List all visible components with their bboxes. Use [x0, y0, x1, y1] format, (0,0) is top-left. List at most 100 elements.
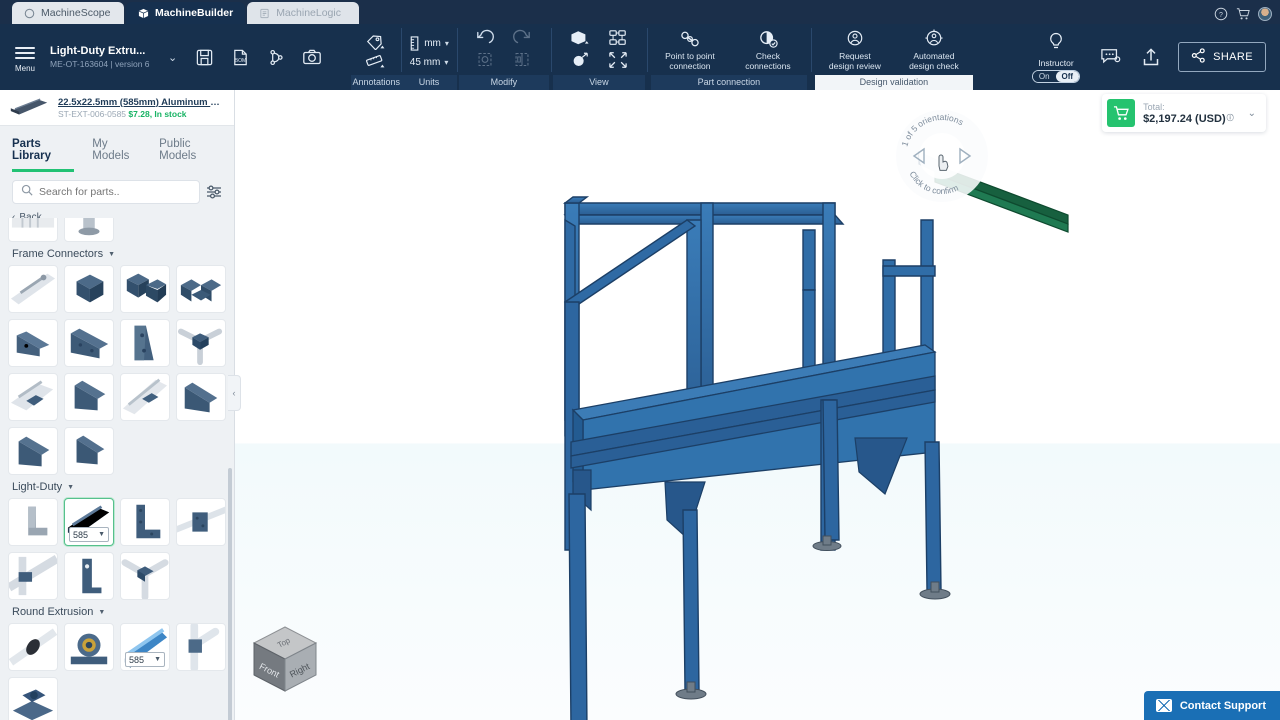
exploded-view-icon[interactable] — [599, 27, 637, 49]
bom-icon[interactable]: BOM — [227, 44, 253, 70]
list-item[interactable] — [176, 623, 226, 671]
length-select[interactable]: 585 ▼ — [125, 652, 165, 667]
document-icon — [259, 8, 270, 19]
search-input[interactable] — [39, 186, 191, 198]
instructor-toggle-on[interactable]: On — [1032, 70, 1056, 82]
list-item[interactable] — [64, 319, 114, 367]
instructor-toggle-off[interactable]: Off — [1055, 70, 1080, 82]
cart-text: Total: $2,197.24 (USD) ⓘ — [1143, 101, 1234, 125]
list-item[interactable]: 585 ▼ — [120, 623, 170, 671]
display-mode-icon[interactable] — [561, 27, 599, 49]
list-item[interactable] — [64, 552, 114, 600]
list-item-selected[interactable]: 585 ▼ — [64, 498, 114, 546]
avatar[interactable] — [1258, 7, 1272, 21]
share-button[interactable]: SHARE — [1178, 42, 1266, 72]
unit-ruler-icon[interactable]: mm ▾ — [409, 35, 449, 51]
list-item[interactable] — [120, 373, 170, 421]
list-item[interactable] — [8, 552, 58, 600]
list-item[interactable] — [8, 218, 58, 242]
orientation-gizmo[interactable]: 1 of 5 orientations Click to confirm — [892, 106, 992, 206]
chevron-down-icon: ▾ — [444, 38, 449, 48]
document-dropdown-icon[interactable]: ⌄ — [164, 51, 181, 64]
list-item[interactable] — [64, 623, 114, 671]
copy-icon[interactable] — [467, 49, 504, 70]
grid-size-value[interactable]: 45 mm ▾ — [410, 57, 449, 68]
cart-icon[interactable] — [1236, 7, 1250, 21]
measure-icon[interactable] — [359, 50, 393, 71]
list-item[interactable] — [120, 498, 170, 546]
3d-viewport[interactable]: 1 of 5 orientations Click to confirm Top… — [235, 90, 1280, 720]
tab-machinelogic[interactable]: MachineLogic — [247, 2, 360, 24]
list-item[interactable] — [120, 552, 170, 600]
cart-expand-icon[interactable]: ⌄ — [1248, 108, 1256, 119]
section-view-icon[interactable] — [561, 49, 599, 71]
chevron-down-icon: ▼ — [98, 608, 106, 616]
fit-to-screen-icon[interactable] — [599, 49, 637, 71]
parts-row — [8, 373, 226, 421]
chevron-down-icon: ▾ — [444, 57, 449, 67]
redo-icon[interactable] — [504, 27, 541, 49]
list-item[interactable] — [176, 498, 226, 546]
category-frame-connectors[interactable]: Frame Connectors ▼ — [8, 242, 226, 265]
automated-design-check-icon[interactable]: Automated design check — [903, 27, 965, 73]
undo-icon[interactable] — [467, 27, 504, 49]
list-item[interactable] — [8, 427, 58, 475]
tab-public-models[interactable]: Public Models — [159, 138, 222, 172]
check-connections-icon[interactable]: Check connections — [737, 27, 799, 73]
list-item[interactable] — [120, 265, 170, 313]
tab-machinescope[interactable]: MachineScope — [12, 2, 124, 24]
currency-info-icon[interactable]: ⓘ — [1227, 113, 1234, 125]
instructor-toggle[interactable]: On Off — [1031, 69, 1081, 83]
tab-parts-library[interactable]: Parts Library — [12, 138, 75, 172]
point-to-point-connection-icon[interactable]: Point to point connection — [659, 27, 721, 73]
list-item[interactable] — [8, 265, 58, 313]
chevron-down-icon: ▼ — [98, 531, 105, 538]
document-title-block[interactable]: Light-Duty Extru... ME-OT-163604 | versi… — [50, 45, 154, 69]
search-box[interactable] — [12, 180, 200, 204]
view-cube[interactable]: Top Front Right — [240, 615, 330, 700]
list-item[interactable] — [8, 623, 58, 671]
list-item[interactable] — [64, 218, 114, 242]
list-item[interactable] — [176, 373, 226, 421]
shopping-cart-icon[interactable] — [1107, 99, 1136, 127]
part-name[interactable]: 22.5x22.5mm (585mm) Aluminum Ex... — [58, 97, 226, 108]
length-select[interactable]: 585 ▼ — [69, 527, 109, 542]
panel-collapse-handle[interactable]: ‹ — [228, 375, 241, 411]
list-item[interactable] — [8, 373, 58, 421]
tab-my-models[interactable]: My Models — [92, 138, 141, 172]
list-item[interactable] — [8, 319, 58, 367]
list-item[interactable] — [176, 319, 226, 367]
group-label-annotations: Annotations — [351, 75, 402, 90]
comment-icon[interactable] — [1098, 44, 1124, 70]
list-item[interactable] — [8, 498, 58, 546]
branch-icon[interactable] — [263, 44, 289, 70]
list-item[interactable] — [176, 265, 226, 313]
mirror-icon[interactable] — [504, 49, 541, 70]
list-item[interactable] — [64, 427, 114, 475]
app-toolbar: Menu Light-Duty Extru... ME-OT-163604 | … — [0, 24, 1280, 90]
list-item[interactable] — [120, 319, 170, 367]
help-icon[interactable]: ? — [1214, 7, 1228, 21]
parts-row-partial — [8, 218, 226, 242]
filter-sliders-icon[interactable] — [206, 184, 222, 200]
list-item[interactable] — [8, 677, 58, 720]
category-light-duty[interactable]: Light-Duty ▼ — [8, 475, 226, 498]
annotation-tag-icon[interactable] — [359, 31, 393, 52]
menu-button[interactable]: Menu — [10, 42, 40, 73]
part-price: $7.28, In stock — [128, 108, 187, 119]
parts-grid-scroll[interactable]: Frame Connectors ▼ Light-Duty ▼ 585 ▼ Ro… — [0, 218, 234, 720]
lightbulb-icon — [1047, 32, 1065, 57]
list-item[interactable] — [64, 373, 114, 421]
chevron-down-icon: ▼ — [67, 483, 75, 491]
tab-machinebuilder[interactable]: MachineBuilder — [126, 2, 246, 24]
camera-icon[interactable] — [299, 44, 325, 70]
category-round-extrusion[interactable]: Round Extrusion ▼ — [8, 600, 226, 623]
save-icon[interactable] — [191, 44, 217, 70]
request-design-review-icon[interactable]: Request design review — [823, 27, 887, 73]
3d-model[interactable] — [235, 90, 1280, 720]
export-icon[interactable] — [1138, 44, 1164, 70]
parts-scrollbar[interactable] — [228, 468, 232, 720]
list-item[interactable] — [64, 265, 114, 313]
contact-support-button[interactable]: Contact Support — [1143, 691, 1280, 720]
group-label-design-validation: Design validation — [814, 75, 973, 90]
